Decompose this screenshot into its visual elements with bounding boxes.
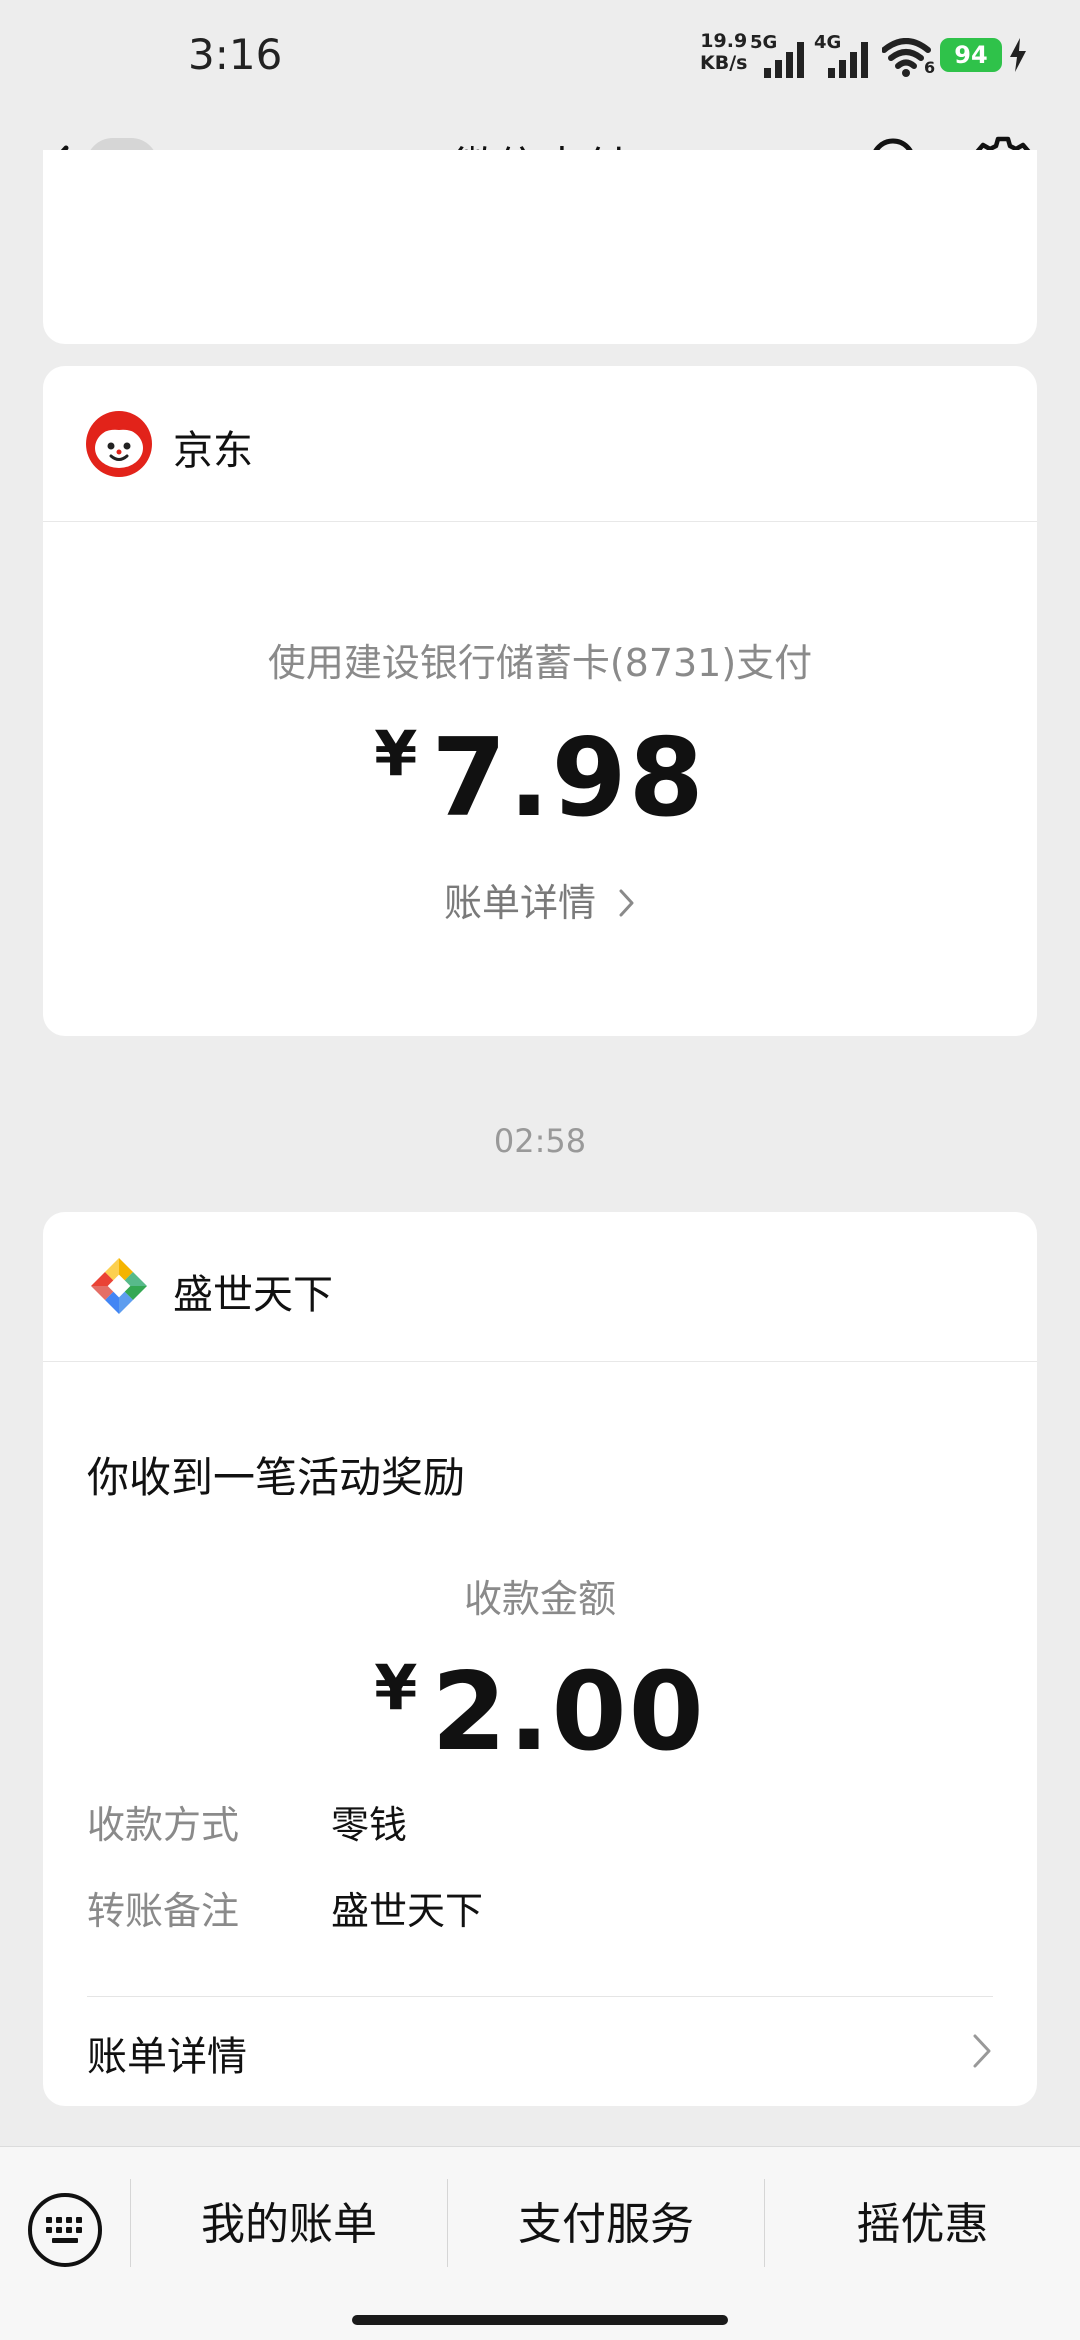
payment-amount: ¥2.00 bbox=[43, 1650, 1037, 1775]
detail-row-label: 收款方式 bbox=[87, 1803, 240, 1847]
merchant-name: 盛世天下 bbox=[173, 1272, 333, 1318]
network-speed-value: 19.9 bbox=[700, 30, 748, 52]
bolt-icon bbox=[1008, 38, 1028, 76]
payment-card-shengshi[interactable]: 盛世天下 你收到一笔活动奖励 收款金额 ¥2.00 收款方式 零钱 转账备注 盛… bbox=[43, 1212, 1037, 2106]
amount-value: 7.98 bbox=[431, 716, 706, 841]
network-speed: 19.9 KB/s bbox=[700, 30, 747, 74]
keyboard-toggle-button[interactable] bbox=[26, 2191, 104, 2269]
currency-symbol: ¥ bbox=[374, 1651, 418, 1724]
menu-pay-services[interactable]: 支付服务 bbox=[448, 2177, 764, 2273]
card-header: 京东 bbox=[43, 366, 1037, 522]
chevron-right-icon bbox=[619, 889, 634, 917]
detail-row-value: 零钱 bbox=[331, 1803, 408, 1847]
network-speed-unit: KB/s bbox=[700, 52, 748, 74]
card-header: 盛世天下 bbox=[43, 1212, 1037, 1362]
payment-method: 使用建设银行储蓄卡(8731)支付 bbox=[267, 641, 813, 685]
divider bbox=[87, 1996, 993, 1997]
previous-message-card bbox=[43, 150, 1037, 344]
wifi-icon: 6 bbox=[881, 38, 936, 78]
detail-row-label: 转账备注 bbox=[87, 1889, 240, 1933]
menu-my-bills[interactable]: 我的账单 bbox=[131, 2177, 447, 2273]
home-indicator[interactable] bbox=[352, 2315, 728, 2325]
keyboard-icon bbox=[28, 2193, 102, 2267]
payment-card-jd[interactable]: 京东 使用建设银行储蓄卡(8731)支付 ¥7.98 账单详情 bbox=[43, 366, 1037, 1036]
chevron-right-icon[interactable] bbox=[971, 2032, 993, 2070]
shengshi-logo bbox=[89, 1256, 149, 1316]
notice-title: 你收到一笔活动奖励 bbox=[87, 1453, 466, 1502]
merchant-name: 京东 bbox=[173, 428, 253, 474]
menu-shake-deals[interactable]: 摇优惠 bbox=[765, 2177, 1080, 2273]
wifi-sub-label: 6 bbox=[924, 58, 936, 77]
jd-logo bbox=[85, 410, 153, 478]
bill-detail-label[interactable]: 账单详情 bbox=[87, 2024, 247, 2082]
status-bar: 3:16 19.9 KB/s 5G 4G 6 94 bbox=[0, 0, 1080, 110]
payment-amount: ¥7.98 bbox=[43, 716, 1037, 841]
bottom-menu-bar: 我的账单 支付服务 摇优惠 bbox=[0, 2146, 1080, 2340]
status-time: 3:16 bbox=[188, 30, 283, 79]
amount-value: 2.00 bbox=[431, 1650, 706, 1775]
bill-detail-link[interactable]: 账单详情 bbox=[43, 872, 1037, 927]
currency-symbol: ¥ bbox=[374, 717, 418, 790]
detail-row-value: 盛世天下 bbox=[331, 1889, 484, 1933]
battery-indicator: 94 bbox=[940, 38, 1002, 72]
amount-label: 收款金额 bbox=[463, 1577, 616, 1621]
message-timestamp: 02:58 bbox=[493, 1122, 587, 1160]
bill-detail-label: 账单详情 bbox=[443, 881, 596, 925]
